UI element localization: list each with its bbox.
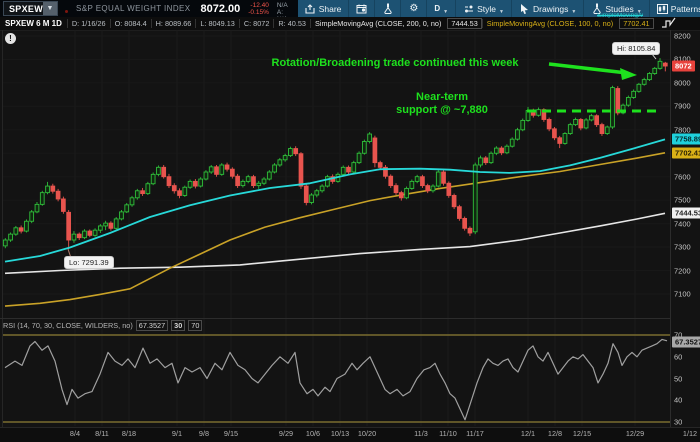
chevron-down-icon: ▼	[443, 9, 449, 15]
clipped-sma-legend-fragment: SimpleMovingAvg	[597, 13, 643, 18]
field-high: H: 8089.66	[150, 19, 196, 28]
x-axis-label: 11/3	[414, 429, 428, 438]
rsi-axis-tick: 60	[674, 352, 683, 362]
x-axis-label: 9/29	[278, 429, 294, 438]
annotation-rotation-note[interactable]: Rotation/Broadening trade continued this…	[240, 57, 550, 69]
change-value: -12.40	[250, 1, 269, 9]
price-axis-badge: 7444.53	[672, 207, 700, 219]
change-percent: -0.15%	[248, 8, 269, 16]
price-axis-tick: 7100	[674, 289, 691, 299]
field-close: C: 8072	[238, 19, 274, 28]
patterns-button[interactable]: Patterns ▼	[650, 0, 700, 17]
price-axis-tick: 7500	[674, 195, 691, 205]
rsi-axis-tick: 40	[674, 395, 683, 405]
symbol-dropdown-button[interactable]: ▼	[43, 2, 58, 15]
bid-value: B: N/A	[276, 0, 288, 9]
candlestick-pattern-icon	[656, 3, 668, 14]
x-axis-label: 12/15	[572, 429, 592, 438]
x-axis-label: 12/8	[547, 429, 563, 438]
cursor-icon	[519, 3, 530, 14]
sma200-value: 7444.53	[447, 18, 482, 29]
price-change: -12.40 -0.15%	[248, 2, 269, 16]
calendar-icon	[356, 3, 367, 14]
timeframe-button[interactable]: D ▼	[427, 0, 457, 17]
rsi-axis-badge: 67.3527	[672, 336, 700, 348]
flask-icon	[382, 3, 393, 14]
price-axis-badge: 8072	[672, 60, 695, 72]
x-axis-label: 11/10	[439, 429, 457, 438]
symbol-description: S&P EQUAL WEIGHT INDEX	[76, 4, 191, 13]
x-axis-label: 10/6	[305, 429, 321, 438]
last-price: 8072.00	[200, 2, 241, 15]
price-axis-tick: 7400	[674, 219, 691, 229]
rsi-axis-tick: 50	[674, 374, 683, 384]
style-icon	[463, 3, 474, 14]
sma50-line[interactable]	[4, 138, 666, 263]
x-axis-label: 9/1	[171, 429, 183, 438]
candles-layer[interactable]	[2, 58, 668, 250]
chevron-down-icon: ▼	[571, 9, 577, 15]
price-axis-badge: 7758.89	[672, 133, 700, 145]
symbol-input[interactable]: SPXEW ▼	[3, 1, 59, 16]
drawings-layer[interactable]	[67, 53, 660, 259]
top-toolbar: SPXEW ▼ S&P EQUAL WEIGHT INDEX 8072.00 -…	[0, 0, 700, 23]
arrow-line	[548, 62, 628, 75]
rsi-pane[interactable]	[3, 334, 670, 423]
x-axis-label: 9/8	[198, 429, 210, 438]
settings-button[interactable]: ⚙	[401, 0, 428, 17]
rsi-upper-band-box: 70	[188, 319, 203, 331]
grid-layer	[3, 30, 670, 426]
price-axis-tick: 8200	[674, 31, 691, 41]
price-axis-tick: 8000	[674, 78, 691, 88]
trading-platform-window: SPXEW ▼ S&P EQUAL WEIGHT INDEX 8072.00 -…	[0, 0, 700, 442]
sma100-line[interactable]	[4, 152, 666, 307]
field-open: O: 8084.4	[109, 19, 151, 28]
arrow-head	[620, 68, 637, 80]
x-axis-label: 8/11	[95, 429, 109, 438]
x-axis-label: 1/12	[682, 429, 698, 438]
x-axis-label: 9/15	[223, 429, 239, 438]
x-axis-label: 10/13	[330, 429, 350, 438]
timeframe-value: D	[434, 4, 441, 13]
field-low: L: 8049.13	[195, 19, 239, 28]
chart-header: SPXEW 6 M 1D D: 1/16/26 O: 8084.4 H: 808…	[0, 17, 700, 31]
rsi-legend[interactable]: RSI (14, 70, 30, CLOSE, WILDERS, no)	[3, 321, 133, 330]
price-axis-tick: 7900	[674, 101, 691, 111]
field-range: R: 40.53	[273, 19, 310, 28]
share-icon	[305, 3, 316, 14]
high-price-tooltip: Hi: 8105.84	[612, 42, 661, 55]
x-axis-label: 12/29	[625, 429, 645, 438]
symbol-value[interactable]: SPXEW	[4, 4, 43, 14]
info-circle-icon[interactable]: !	[5, 33, 16, 44]
chevron-down-icon: ▼	[499, 9, 504, 15]
annotation-support-note[interactable]: Near-term support @ ~7,880	[360, 91, 524, 117]
price-axis-badge: 7702.41	[672, 147, 700, 159]
sma100-legend[interactable]: SimpleMovingAvg (CLOSE, 100, 0, no)	[481, 19, 617, 28]
calendar-button[interactable]	[349, 0, 376, 17]
share-button[interactable]: Share	[298, 0, 350, 17]
rsi-line	[4, 338, 668, 421]
x-axis-label: 8/4	[69, 429, 81, 438]
x-axis-label: 10/20	[357, 429, 377, 438]
price-axis-tick: 7300	[674, 242, 691, 252]
gear-icon: ⚙	[409, 3, 419, 14]
low-price-tooltip: Lo: 7291.39	[64, 256, 114, 269]
sma100-value: 7702.41	[619, 18, 654, 29]
x-axis-label: 12/1	[520, 429, 536, 438]
rsi-lower-band-box: 30	[171, 319, 186, 331]
price-axis-tick: 7200	[674, 266, 691, 276]
rsi-axis-tick: 30	[674, 417, 683, 427]
analyze-button[interactable]	[375, 0, 402, 17]
rsi-value-box: 67.3527	[135, 319, 169, 331]
x-axis-label: 8/18	[121, 429, 137, 438]
rsi-header: RSI (14, 70, 30, CLOSE, WILDERS, no) 67.…	[3, 319, 203, 331]
price-axis-tick: 7600	[674, 172, 691, 182]
drawings-button[interactable]: Drawings ▼	[512, 0, 585, 17]
chart-title: SPXEW 6 M 1D	[5, 19, 62, 28]
field-date: D: 1/16/26	[66, 19, 110, 28]
style-button[interactable]: Style ▼	[456, 0, 512, 17]
pane-borders	[0, 30, 671, 427]
sma200-legend[interactable]: SimpleMovingAvg (CLOSE, 200, 0, no)	[310, 19, 445, 28]
x-axis-label: 11/17	[466, 429, 484, 438]
